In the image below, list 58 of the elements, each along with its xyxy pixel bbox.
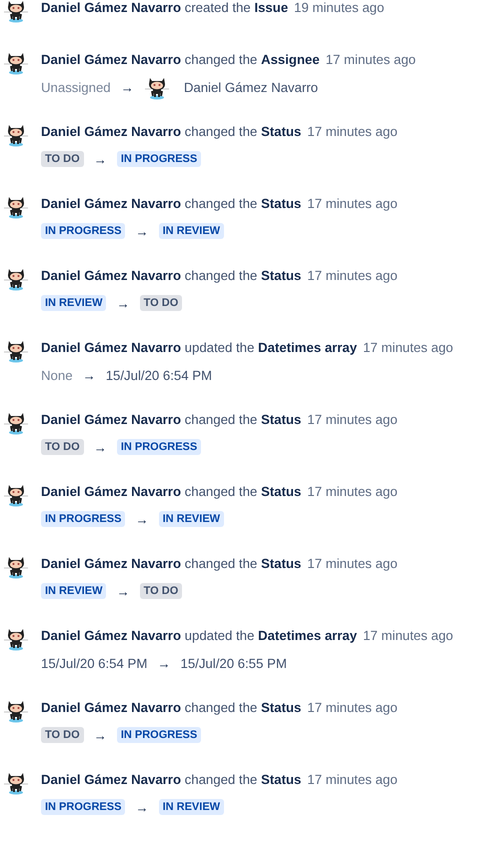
status-lozenge: IN PROGRESS — [41, 511, 126, 527]
status-lozenge: IN REVIEW — [41, 583, 106, 599]
arrow-glyph: → — [135, 800, 149, 814]
timestamp: 17 minutes ago — [307, 700, 398, 714]
status-lozenge: IN PROGRESS — [41, 799, 126, 815]
history-summary: Daniel Gámez Navarro changed the Status — [41, 772, 302, 786]
arrow-glyph: → — [94, 152, 107, 166]
timestamp: 17 minutes ago — [362, 628, 454, 642]
status-lozenge: TO DO — [41, 727, 84, 743]
timestamp: 17 minutes ago — [307, 484, 398, 498]
timestamp: 17 minutes ago — [307, 556, 398, 570]
history-summary: Daniel Gámez Navarro updated the Datetimes array — [41, 340, 357, 354]
history-summary: Daniel Gámez Navarro changed the Status — [41, 196, 302, 210]
history-summary: Daniel Gámez Navarro created the Issue — [41, 0, 288, 14]
arrow-glyph: → — [135, 224, 149, 238]
history-summary: Daniel Gámez Navarro updated the Datetimes array — [41, 628, 357, 642]
arrow-glyph: → — [94, 728, 107, 742]
status-lozenge: IN REVIEW — [158, 799, 224, 815]
status-lozenge: IN REVIEW — [41, 295, 106, 311]
status-lozenge: IN PROGRESS — [116, 151, 202, 167]
timestamp: 17 minutes ago — [307, 772, 398, 786]
status-lozenge: IN REVIEW — [158, 223, 224, 239]
status-lozenge: TO DO — [140, 295, 182, 311]
timestamp: 19 minutes ago — [294, 0, 384, 14]
timestamp: 17 minutes ago — [307, 196, 398, 210]
history-summary: Daniel Gámez Navarro changed the Assignee — [41, 52, 320, 66]
field-value: 15/Jul/20 6:54 PM — [106, 368, 212, 382]
arrow-glyph: → — [157, 656, 170, 670]
status-lozenge: IN REVIEW — [158, 511, 224, 527]
history-summary: Daniel Gámez Navarro changed the Status — [41, 268, 302, 282]
arrow-glyph: → — [120, 80, 134, 94]
arrow-glyph: → — [116, 584, 130, 598]
octocat-avatar-icon — [3, 0, 29, 23]
timestamp: 17 minutes ago — [307, 412, 398, 426]
field-value: Unassigned — [41, 80, 111, 94]
field-value: None — [41, 368, 73, 382]
status-lozenge: TO DO — [140, 583, 182, 599]
arrow-glyph: → — [135, 512, 149, 526]
timestamp: 17 minutes ago — [326, 52, 416, 66]
history-summary: Daniel Gámez Navarro changed the Status — [41, 412, 302, 426]
history-summary: Daniel Gámez Navarro changed the Status — [41, 484, 302, 498]
timestamp: 17 minutes ago — [307, 268, 398, 282]
status-lozenge: IN PROGRESS — [116, 439, 202, 455]
user-name: Daniel Gámez Navarro — [184, 80, 318, 94]
timestamp: 17 minutes ago — [362, 340, 454, 354]
history-summary: Daniel Gámez Navarro changed the Status — [41, 700, 302, 714]
field-value: 15/Jul/20 6:55 PM — [180, 656, 287, 670]
arrow-glyph: → — [94, 440, 107, 454]
history-summary: Daniel Gámez Navarro changed the Status — [41, 556, 302, 570]
status-lozenge: IN PROGRESS — [41, 223, 126, 239]
timestamp: 17 minutes ago — [307, 124, 398, 138]
arrow-glyph: → — [116, 296, 130, 310]
status-lozenge: IN PROGRESS — [116, 727, 202, 743]
field-value: 15/Jul/20 6:54 PM — [41, 656, 148, 670]
status-lozenge: TO DO — [41, 439, 84, 455]
status-lozenge: TO DO — [41, 151, 84, 167]
arrow-glyph: → — [82, 368, 96, 382]
history-summary: Daniel Gámez Navarro changed the Status — [41, 124, 302, 138]
